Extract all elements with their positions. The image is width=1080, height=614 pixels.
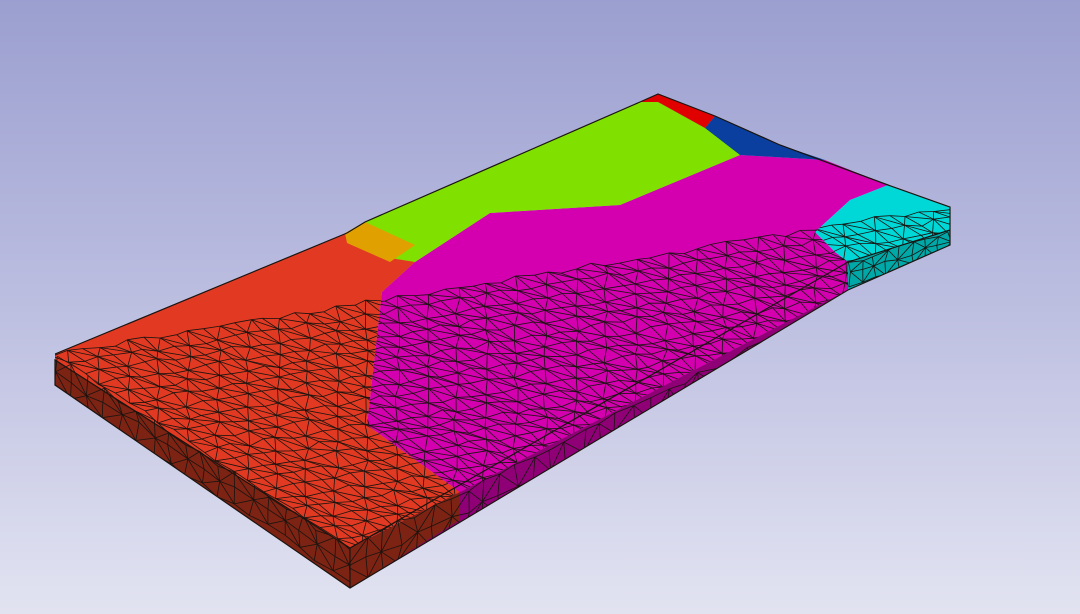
3d-viewport[interactable] (0, 0, 1080, 614)
mesh-scene[interactable] (0, 0, 1080, 614)
